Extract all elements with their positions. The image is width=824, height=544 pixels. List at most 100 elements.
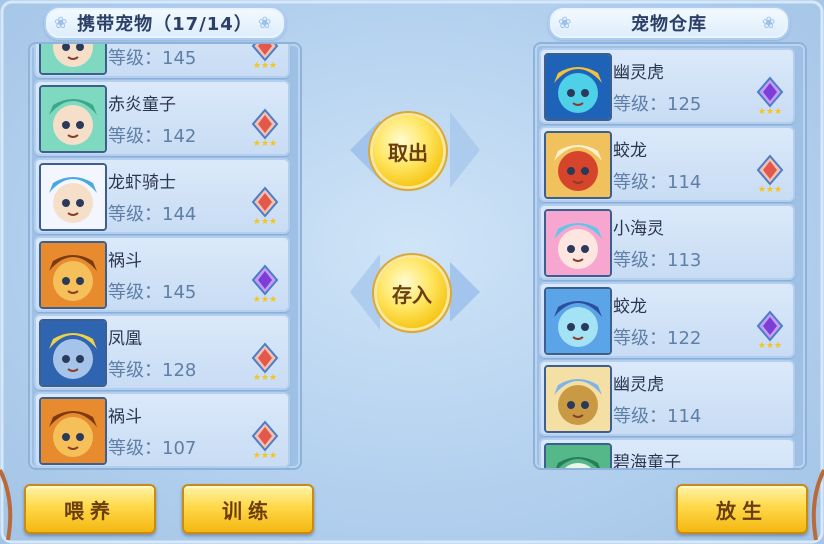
level-value: 107 xyxy=(162,438,197,459)
pet-portrait-image xyxy=(41,87,105,151)
fire-gem-icon: ★★★ xyxy=(250,342,280,383)
pet-name: 幽灵虎 xyxy=(613,63,664,83)
storage-title-text: 宠物仓库 xyxy=(631,14,707,35)
pet-card[interactable]: 龙虾骑士等级：144 ★★★ xyxy=(34,158,290,234)
pet-portrait-image xyxy=(546,289,610,353)
pet-portrait xyxy=(39,397,107,465)
level-prefix: 等级： xyxy=(108,126,162,147)
pet-portrait-image xyxy=(546,367,610,431)
pet-name: 小海灵 xyxy=(613,219,664,239)
level-value: 114 xyxy=(667,172,702,193)
pet-portrait-image xyxy=(41,165,105,229)
level-value: 144 xyxy=(162,204,197,225)
pet-level: 等级：125 xyxy=(613,90,701,116)
svg-text:★★★: ★★★ xyxy=(253,295,277,304)
level-value: 145 xyxy=(162,48,197,69)
level-prefix: 等级： xyxy=(108,360,162,381)
pet-level: 等级：107 xyxy=(108,434,196,460)
pet-card[interactable]: 赤炎童子等级：142 ★★★ xyxy=(34,80,290,156)
pet-level: 等级：122 xyxy=(613,324,701,350)
fire-gem-icon: ★★★ xyxy=(755,154,785,195)
carry-pet-list[interactable]: 等级：145 ★★★ 赤炎童子 等级：142 ★★★ 龙虾骑士 等级：144 ★★★ 祸斗 等级：… xyxy=(30,44,300,468)
level-value: 114 xyxy=(667,406,702,427)
svg-text:★★★: ★★★ xyxy=(253,451,277,460)
pet-card[interactable]: 小海灵等级：113 xyxy=(539,204,795,280)
pet-card[interactable]: 蛟龙等级：122 ★★★ xyxy=(539,282,795,358)
level-value: 113 xyxy=(667,250,702,271)
level-prefix: 等级： xyxy=(108,204,162,225)
pet-card[interactable]: 幽灵虎等级：114 xyxy=(539,360,795,436)
pet-portrait-image xyxy=(41,44,105,73)
pet-card[interactable]: 祸斗等级：107 ★★★ xyxy=(34,392,290,468)
pet-name: 龙虾骑士 xyxy=(108,173,176,193)
svg-text:★★★: ★★★ xyxy=(253,373,277,382)
pet-portrait xyxy=(544,53,612,121)
pet-portrait xyxy=(544,443,612,468)
pet-portrait-image xyxy=(546,445,610,468)
pet-name: 碧海童子 xyxy=(613,453,681,468)
pet-level: 等级：145 xyxy=(108,44,196,70)
svg-text:★★★: ★★★ xyxy=(758,107,782,116)
pet-portrait xyxy=(39,319,107,387)
train-button[interactable]: 训练 xyxy=(182,484,314,534)
pet-portrait xyxy=(544,287,612,355)
pet-portrait-image xyxy=(41,243,105,307)
pet-card[interactable]: 祸斗等级：145 ★★★ xyxy=(34,236,290,312)
svg-text:★★★: ★★★ xyxy=(758,185,782,194)
pet-level: 等级：142 xyxy=(108,122,196,148)
level-prefix: 等级： xyxy=(108,48,162,69)
pet-card[interactable]: 凤凰 等级：128 ★★★ xyxy=(34,314,290,390)
svg-text:★★★: ★★★ xyxy=(758,341,782,350)
pet-name: 幽灵虎 xyxy=(613,375,664,395)
fire-gem-icon: ★★★ xyxy=(250,420,280,461)
pet-portrait xyxy=(544,131,612,199)
pet-name: 祸斗 xyxy=(108,251,142,271)
pet-card[interactable]: 幽灵虎等级：125 ★★★ xyxy=(539,48,795,124)
level-prefix: 等级： xyxy=(108,282,162,303)
pet-portrait xyxy=(544,209,612,277)
pet-card[interactable]: 蛟龙等级：114 ★★★ xyxy=(539,126,795,202)
feed-button[interactable]: 喂养 xyxy=(24,484,156,534)
svg-text:★★★: ★★★ xyxy=(253,139,277,148)
pet-level: 等级：145 xyxy=(108,278,196,304)
pet-name: 凤凰 xyxy=(108,329,142,349)
storage-pet-list[interactable]: 幽灵虎 等级：125 ★★★ 蛟龙 等级：114 ★★★ 小海灵 等级：113 蛟龙 等级：122… xyxy=(535,44,805,468)
pet-portrait-image xyxy=(546,55,610,119)
fire-gem-icon: ★★★ xyxy=(250,186,280,227)
release-button[interactable]: 放生 xyxy=(676,484,808,534)
purple-gem-icon: ★★★ xyxy=(755,310,785,351)
pet-portrait-image xyxy=(546,133,610,197)
pet-portrait xyxy=(39,163,107,231)
pet-portrait-image xyxy=(41,321,105,385)
level-prefix: 等级： xyxy=(108,438,162,459)
level-prefix: 等级： xyxy=(613,94,667,115)
storage-panel-title: ❀ 宠物仓库 ❀ xyxy=(548,6,790,40)
pet-level: 等级：113 xyxy=(613,246,701,272)
pet-name: 蛟龙 xyxy=(613,297,647,317)
fire-gem-icon: ★★★ xyxy=(250,108,280,149)
level-value: 125 xyxy=(667,94,702,115)
purple-gem-icon: ★★★ xyxy=(250,264,280,305)
take-out-button[interactable]: 取出 xyxy=(373,116,443,186)
carry-panel-title: ❀ 携带宠物（17/14） ❀ xyxy=(44,6,286,40)
pet-card[interactable]: 等级：145 ★★★ xyxy=(34,44,290,78)
pet-portrait xyxy=(39,85,107,153)
pet-portrait xyxy=(544,365,612,433)
pet-name: 赤炎童子 xyxy=(108,95,176,115)
pet-portrait xyxy=(39,44,107,75)
purple-gem-icon: ★★★ xyxy=(755,76,785,117)
level-prefix: 等级： xyxy=(613,250,667,271)
carry-title-text: 携带宠物（17/14） xyxy=(77,14,253,35)
level-value: 142 xyxy=(162,126,197,147)
pet-level: 等级：114 xyxy=(613,168,701,194)
pet-portrait-image xyxy=(546,211,610,275)
pet-name: 祸斗 xyxy=(108,407,142,427)
level-prefix: 等级： xyxy=(613,406,667,427)
pet-card[interactable]: 碧海童子 xyxy=(539,438,795,468)
level-value: 122 xyxy=(667,328,702,349)
pet-level: 等级：144 xyxy=(108,200,196,226)
pet-portrait-image xyxy=(41,399,105,463)
pet-name: 蛟龙 xyxy=(613,141,647,161)
svg-text:★★★: ★★★ xyxy=(253,217,277,226)
store-button[interactable]: 存入 xyxy=(377,258,447,328)
